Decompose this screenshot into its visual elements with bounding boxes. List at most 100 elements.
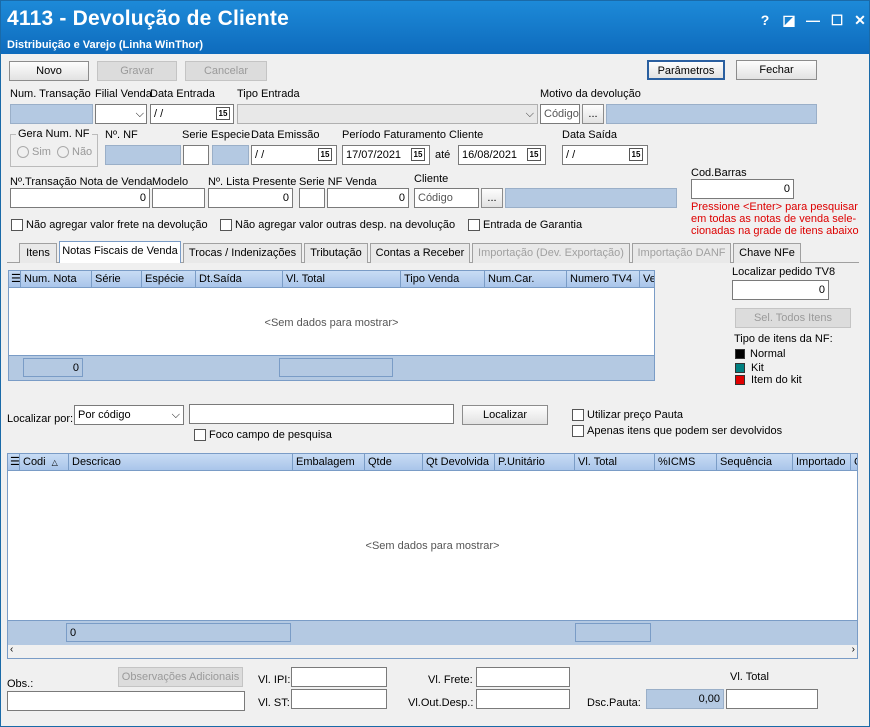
sim-radio[interactable] bbox=[17, 146, 29, 158]
search-input[interactable] bbox=[189, 404, 454, 424]
tab-importacao-exportacao[interactable]: Importação (Dev. Exportação) bbox=[472, 243, 630, 263]
itens-count: 0 bbox=[66, 623, 291, 642]
num-nf-venda-field[interactable]: 0 bbox=[327, 188, 409, 208]
parametros-button[interactable]: Parâmetros bbox=[647, 60, 725, 80]
minimize-button[interactable]: — bbox=[803, 11, 823, 29]
grid-menu-icon[interactable]: ☰ bbox=[8, 454, 20, 471]
lista-presente-field[interactable]: 0 bbox=[208, 188, 293, 208]
col-ver[interactable]: Ver bbox=[640, 271, 654, 288]
transacao-nota-field[interactable]: 0 bbox=[10, 188, 150, 208]
filial-venda-select[interactable]: ⌵ bbox=[95, 104, 147, 124]
tab-chave-nfe[interactable]: Chave NFe bbox=[733, 243, 801, 263]
cancelar-button[interactable]: Cancelar bbox=[185, 61, 267, 81]
transacao-nota-label: Nº.Transação Nota de Venda bbox=[10, 176, 153, 188]
col-codi[interactable]: Codi △ bbox=[20, 454, 69, 471]
calendar-icon[interactable]: 15 bbox=[318, 148, 332, 161]
col-codi-label: Codi bbox=[23, 456, 46, 468]
serie-nf-venda-field[interactable] bbox=[299, 188, 325, 208]
help-button[interactable]: ? bbox=[755, 11, 775, 29]
chevron-down-icon: ⌵ bbox=[171, 409, 180, 421]
col-qtde[interactable]: Qtde bbox=[365, 454, 423, 471]
col-importado[interactable]: Importado bbox=[793, 454, 851, 471]
col-vl-total[interactable]: Vl. Total bbox=[283, 271, 401, 288]
dsc-pauta-label: Dsc.Pauta: bbox=[587, 697, 641, 709]
vl-ipi-field[interactable] bbox=[291, 667, 387, 687]
legend-normal-label: Normal bbox=[750, 348, 786, 360]
horizontal-scrollbar[interactable]: ‹ › bbox=[8, 644, 857, 658]
col-especie[interactable]: Espécie bbox=[142, 271, 196, 288]
especie-label: Especie bbox=[211, 129, 251, 141]
calendar-icon[interactable]: 15 bbox=[629, 148, 643, 161]
obs-field[interactable] bbox=[7, 691, 245, 711]
col-icms[interactable]: %ICMS bbox=[655, 454, 717, 471]
notas-grid-footer: 0 bbox=[9, 355, 654, 380]
tab-contas-receber[interactable]: Contas a Receber bbox=[370, 243, 470, 263]
col-dt-saida[interactable]: Dt.Saída bbox=[196, 271, 283, 288]
col-descricao[interactable]: Descricao bbox=[69, 454, 293, 471]
col-serie[interactable]: Série bbox=[92, 271, 142, 288]
cod-barras-field[interactable]: 0 bbox=[691, 179, 794, 199]
close-button[interactable]: ✕ bbox=[850, 11, 870, 29]
fechar-button[interactable]: Fechar bbox=[736, 60, 817, 80]
scroll-right-icon[interactable]: › bbox=[852, 644, 855, 655]
legend-item-kit-label: Item do kit bbox=[751, 374, 802, 386]
tab-tributacao[interactable]: Tributação bbox=[304, 243, 368, 263]
col-num-nota[interactable]: Num. Nota bbox=[21, 271, 92, 288]
gravar-button[interactable]: Gravar bbox=[97, 61, 177, 81]
preco-pauta-checkbox[interactable] bbox=[572, 409, 584, 421]
itens-grid-footer: 0 bbox=[8, 620, 857, 645]
calendar-icon[interactable]: 15 bbox=[527, 148, 541, 161]
apenas-itens-checkbox[interactable] bbox=[572, 425, 584, 437]
modelo-field[interactable] bbox=[152, 188, 205, 208]
sel-todos-button[interactable]: Sel. Todos Itens bbox=[735, 308, 851, 328]
legend-kit-swatch bbox=[735, 363, 745, 373]
col-num-car[interactable]: Num.Car. bbox=[485, 271, 567, 288]
col-embalagem[interactable]: Embalagem bbox=[293, 454, 365, 471]
col-qt-devolvida[interactable]: Qt Devolvida bbox=[423, 454, 495, 471]
calendar-icon[interactable]: 15 bbox=[216, 107, 230, 120]
localizar-button[interactable]: Localizar bbox=[462, 405, 548, 425]
motivo-codigo-field[interactable]: Código bbox=[540, 104, 580, 124]
col-sequencia[interactable]: Sequência bbox=[717, 454, 793, 471]
num-transacao-field[interactable] bbox=[10, 104, 93, 124]
obs-adicionais-button[interactable]: Observações Adicionais bbox=[118, 667, 243, 687]
grid-menu-icon[interactable]: ☰ bbox=[9, 271, 21, 288]
col-vl-total[interactable]: Vl. Total bbox=[575, 454, 655, 471]
tipo-entrada-select[interactable]: ⌵ bbox=[237, 104, 538, 124]
nao-radio[interactable] bbox=[57, 146, 69, 158]
scroll-left-icon[interactable]: ‹ bbox=[10, 644, 13, 655]
vl-total-label: Vl. Total bbox=[730, 671, 769, 683]
itens-grid[interactable]: ☰ Codi △ Descricao Embalagem Qtde Qt Devo… bbox=[7, 453, 858, 659]
restore-button[interactable]: ◪ bbox=[779, 11, 799, 29]
tab-trocas[interactable]: Trocas / Indenizações bbox=[183, 243, 302, 263]
localizar-pedido-field[interactable]: 0 bbox=[732, 280, 829, 300]
col-tipo-venda[interactable]: Tipo Venda bbox=[401, 271, 485, 288]
entrada-garantia-checkbox[interactable] bbox=[468, 219, 480, 231]
notas-count: 0 bbox=[23, 358, 83, 377]
nao-agregar-outras-checkbox[interactable] bbox=[220, 219, 232, 231]
calendar-icon[interactable]: 15 bbox=[411, 148, 425, 161]
legend-normal-swatch bbox=[735, 349, 745, 359]
foco-checkbox[interactable] bbox=[194, 429, 206, 441]
tab-itens[interactable]: Itens bbox=[19, 243, 57, 263]
vl-ipi-label: Vl. IPI: bbox=[258, 674, 291, 686]
cliente-codigo-field[interactable]: Código bbox=[414, 188, 479, 208]
motivo-label: Motivo da devolução bbox=[540, 88, 641, 100]
localizar-por-select[interactable]: Por código ⌵ bbox=[74, 405, 184, 425]
data-saida-value: / / bbox=[566, 149, 576, 161]
col-c[interactable]: C bbox=[851, 454, 857, 471]
vl-st-field[interactable] bbox=[291, 689, 387, 709]
tab-notas-fiscais[interactable]: Notas Fiscais de Venda bbox=[59, 241, 181, 263]
tab-importacao-danf[interactable]: Importação DANF bbox=[632, 243, 731, 263]
serie-field[interactable] bbox=[183, 145, 209, 165]
cliente-search-button[interactable]: ... bbox=[481, 188, 503, 208]
nao-agregar-frete-checkbox[interactable] bbox=[11, 219, 23, 231]
col-numero-tv4[interactable]: Numero TV4 bbox=[567, 271, 640, 288]
vl-frete-field[interactable] bbox=[476, 667, 570, 687]
maximize-button[interactable]: ☐ bbox=[827, 11, 847, 29]
vl-out-field[interactable] bbox=[476, 689, 570, 709]
notas-grid[interactable]: ☰ Num. Nota Série Espécie Dt.Saída Vl. T… bbox=[8, 270, 655, 381]
motivo-search-button[interactable]: ... bbox=[582, 104, 604, 124]
col-p-unitario[interactable]: P.Unitário bbox=[495, 454, 575, 471]
novo-button[interactable]: Novo bbox=[9, 61, 89, 81]
